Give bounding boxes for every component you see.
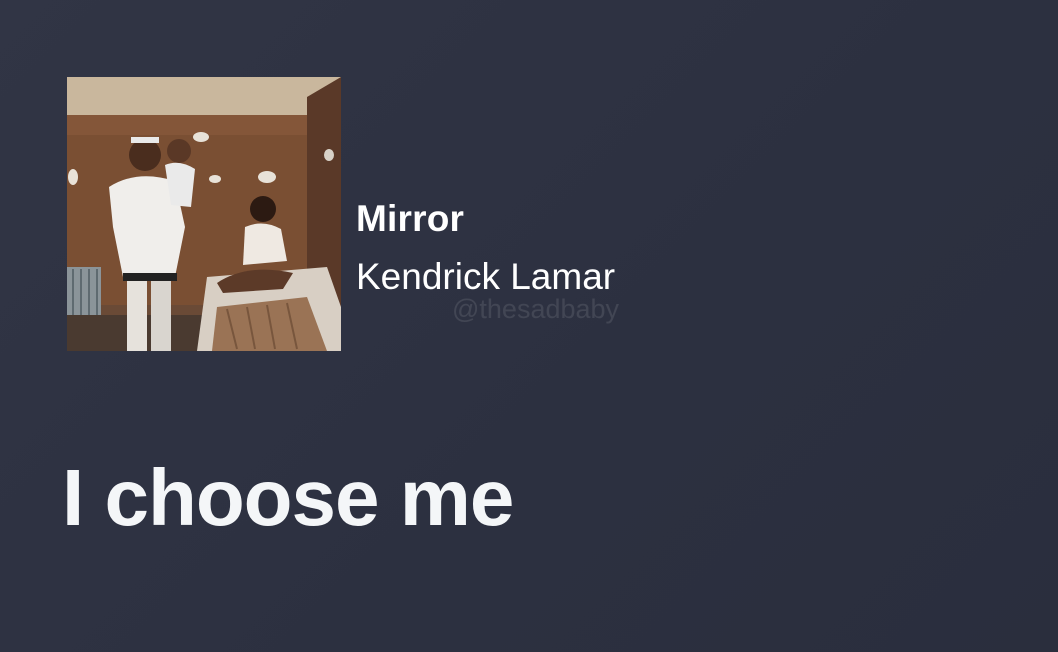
album-cover-image bbox=[67, 77, 341, 351]
track-artist: Kendrick Lamar bbox=[356, 256, 616, 297]
track-title: Mirror bbox=[356, 198, 465, 239]
lyric-line: I choose me bbox=[62, 453, 514, 542]
watermark-text: @thesadbaby bbox=[452, 294, 620, 324]
lyrics-share-card: Mirror Kendrick Lamar @thesadbaby I choo… bbox=[0, 0, 1058, 652]
